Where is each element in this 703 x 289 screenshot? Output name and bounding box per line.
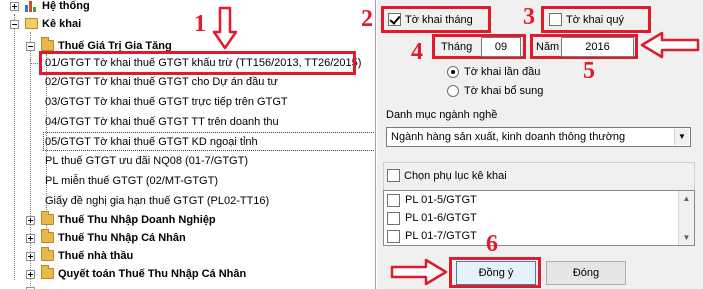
tree-item-label: 02/GTGT Tờ khai thuế GTGT cho Dự án đầu … [45, 76, 278, 88]
tree-item-pl-nq08[interactable]: PL thuế GTGT ưu đãi NQ08 (01-7/GTGT) [0, 152, 375, 170]
year-label: Năm [536, 41, 560, 53]
close-button[interactable]: Đóng [546, 261, 626, 285]
supplement-declaration-label: Tờ khai bổ sung [464, 85, 544, 97]
annotation-number-6: 6 [486, 231, 498, 257]
chevron-down-icon[interactable]: ▼ [674, 129, 689, 145]
appendix-item-checkbox[interactable] [387, 230, 400, 243]
folder-icon [41, 37, 54, 51]
appendix-scrollbar[interactable]: ▲ ▼ [678, 191, 694, 245]
first-declaration-radio[interactable] [447, 66, 459, 78]
month-label: Tháng [441, 41, 473, 53]
tree-item-he-thong[interactable]: Hệ thống [0, 0, 375, 15]
appendix-item-checkbox[interactable] [387, 194, 400, 207]
scroll-up-icon[interactable]: ▲ [679, 191, 694, 206]
declaration-options-panel: 2 Tờ khai tháng 3 Tờ khai quý 4 Tháng 09… [361, 0, 703, 289]
folder-icon [41, 229, 54, 243]
tree-item-thue-tncn[interactable]: Thuế Thu Nhập Cá Nhân [0, 229, 375, 247]
tree-item-label: Giấy đề nghị gia hạn thuế GTGT (PL02-TT1… [45, 195, 270, 207]
annotation-number-4: 4 [411, 39, 423, 65]
folder-icon [41, 247, 54, 261]
appendix-item-label: PL 01-5/GTGT [405, 194, 477, 206]
expand-icon[interactable] [26, 270, 35, 279]
expand-icon[interactable] [26, 216, 35, 225]
tree-item-label: 03/GTGT Tờ khai thuế GTGT trực tiếp trên… [45, 96, 288, 108]
quarterly-checkbox[interactable] [549, 13, 562, 26]
annotation-number-1: 1 [194, 11, 206, 37]
quarterly-label: Tờ khai quý [566, 14, 624, 26]
appendix-item-label: PL 01-7/GTGT [405, 230, 477, 242]
annotation-number-5: 5 [583, 58, 595, 84]
collapse-icon[interactable] [26, 42, 35, 51]
appendix-item-label: PL 01-6/GTGT [405, 212, 477, 224]
monthly-checkbox[interactable] [388, 13, 401, 26]
tree-item-label: Hệ thống [42, 0, 90, 12]
year-input[interactable]: 2016 [561, 37, 634, 57]
tree-item-02-gtgt[interactable]: 02/GTGT Tờ khai thuế GTGT cho Dự án đầu … [0, 73, 375, 91]
annotation-number-3: 3 [523, 4, 535, 30]
industry-label: Danh mục ngành nghề [386, 109, 498, 121]
tree-item-label: Thuế Thu Nhập Cá Nhân [58, 232, 186, 244]
tree-item-05-gtgt[interactable]: 05/GTGT Tờ khai thuế GTGT KD ngoại tỉnh [0, 133, 375, 151]
tree-item-label: 04/GTGT Tờ khai thuế GTGT TT trên doanh … [45, 116, 279, 128]
select-appendix-checkbox[interactable] [387, 169, 400, 182]
highlight-box-1 [39, 51, 356, 75]
select-appendix-label: Chọn phụ lục kê khai [404, 170, 507, 182]
ok-button[interactable]: Đồng ý [456, 261, 536, 285]
expand-icon[interactable] [10, 2, 19, 11]
right-arrow-icon [390, 258, 448, 286]
tree-item-label: 05/GTGT Tờ khai thuế GTGT KD ngoại tỉnh [45, 136, 258, 148]
tree-view[interactable]: Hệ thống Kê khai Thuế Giá Trị Gia Tăng 0… [0, 0, 376, 289]
tree-item-partial[interactable] [0, 282, 375, 289]
system-icon [25, 0, 37, 12]
first-declaration-label: Tờ khai lần đầu [464, 66, 541, 78]
supplement-declaration-radio[interactable] [447, 85, 459, 97]
left-arrow-icon [640, 31, 700, 59]
folder-icon [41, 211, 54, 225]
collapse-icon[interactable] [10, 20, 19, 29]
expand-icon[interactable] [26, 252, 35, 261]
tree-item-04-gtgt[interactable]: 04/GTGT Tờ khai thuế GTGT TT trên doanh … [0, 113, 375, 131]
folder-open-icon [25, 18, 38, 29]
tree-item-pl-mien-thue[interactable]: PL miễn thuế GTGT (02/MT-GTGT) [0, 172, 375, 190]
appendix-item-checkbox[interactable] [387, 212, 400, 225]
tree-item-label: Kê khai [42, 18, 82, 30]
appendix-list[interactable]: PL 01-5/GTGT PL 01-6/GTGT PL 01-7/GTGT ▲… [383, 190, 695, 246]
monthly-label: Tờ khai tháng [405, 14, 473, 26]
tree-item-thue-nha-thau[interactable]: Thuế nhà thầu [0, 247, 375, 265]
tree-item-label: PL miễn thuế GTGT (02/MT-GTGT) [45, 175, 218, 187]
industry-select[interactable]: Ngành hàng sản xuất, kinh doanh thông th… [386, 127, 691, 147]
tree-item-gia-han[interactable]: Giấy đề nghị gia hạn thuế GTGT (PL02-TT1… [0, 192, 375, 210]
scroll-down-icon[interactable]: ▼ [679, 230, 694, 245]
tree-item-label: Thuế nhà thầu [58, 250, 134, 262]
tree-item-quyet-toan-tncn[interactable]: Quyết toán Thuế Thu Nhập Cá Nhân [0, 265, 375, 283]
expand-icon[interactable] [26, 234, 35, 243]
down-arrow-icon [212, 6, 238, 50]
folder-icon [41, 265, 54, 279]
tree-item-03-gtgt[interactable]: 03/GTGT Tờ khai thuế GTGT trực tiếp trên… [0, 93, 375, 111]
month-input[interactable]: 09 [481, 37, 521, 57]
industry-select-value: Ngành hàng sản xuất, kinh doanh thông th… [391, 131, 626, 143]
tree-item-label: Quyết toán Thuế Thu Nhập Cá Nhân [58, 268, 247, 280]
tree-item-ke-khai[interactable]: Kê khai [0, 15, 375, 33]
tree-item-label: Thuế Thu Nhập Doanh Nghiệp [58, 214, 216, 226]
tree-item-label: PL thuế GTGT ưu đãi NQ08 (01-7/GTGT) [45, 155, 248, 167]
tree-item-thue-tndn[interactable]: Thuế Thu Nhập Doanh Nghiệp [0, 211, 375, 229]
annotation-number-2: 2 [361, 6, 373, 32]
